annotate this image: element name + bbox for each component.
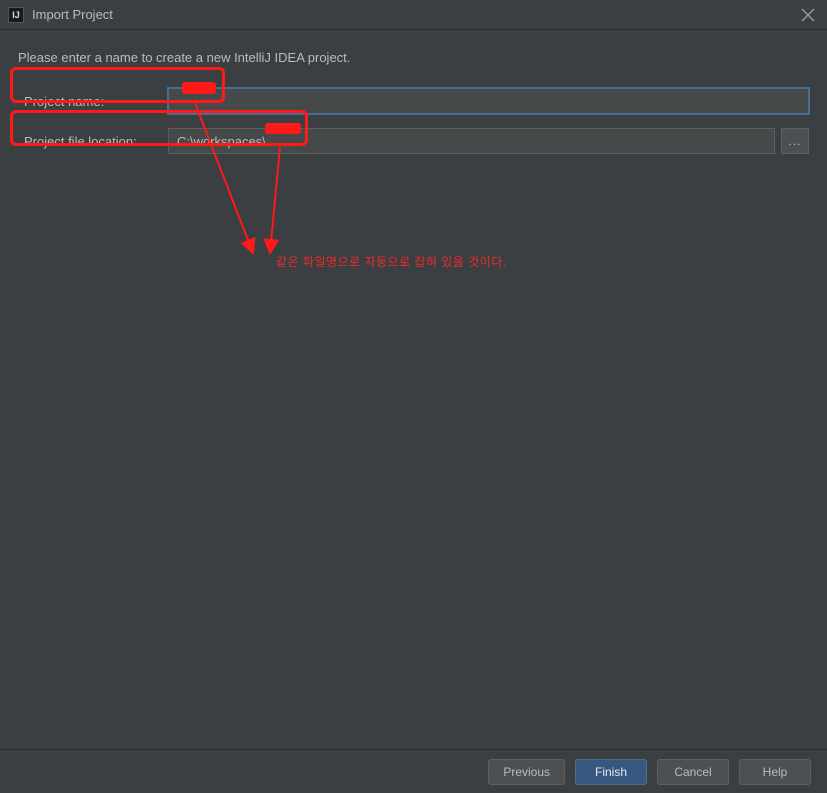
project-name-row: Project name: bbox=[18, 87, 809, 115]
ellipsis-icon: ... bbox=[788, 134, 801, 148]
instruction-text: Please enter a name to create a new Inte… bbox=[18, 50, 809, 65]
close-button[interactable] bbox=[801, 8, 815, 22]
previous-button[interactable]: Previous bbox=[488, 759, 565, 785]
window-title: Import Project bbox=[32, 7, 113, 22]
project-name-label: Project name: bbox=[18, 94, 168, 109]
titlebar: IJ Import Project bbox=[0, 0, 827, 30]
project-location-label: Project file location: bbox=[18, 134, 168, 149]
cancel-button[interactable]: Cancel bbox=[657, 759, 729, 785]
browse-button[interactable]: ... bbox=[781, 128, 809, 154]
project-location-row: Project file location: ... bbox=[18, 127, 809, 155]
project-name-input[interactable] bbox=[168, 88, 809, 114]
finish-button[interactable]: Finish bbox=[575, 759, 647, 785]
app-icon: IJ bbox=[8, 7, 24, 23]
project-location-input[interactable] bbox=[168, 128, 775, 154]
close-icon bbox=[801, 8, 815, 22]
annotation-text: 같은 파일명으로 자동으로 잡혀 있을 것이다. bbox=[276, 253, 507, 270]
button-bar: Previous Finish Cancel Help bbox=[0, 749, 827, 793]
dialog-content: Please enter a name to create a new Inte… bbox=[0, 30, 827, 155]
help-button[interactable]: Help bbox=[739, 759, 811, 785]
